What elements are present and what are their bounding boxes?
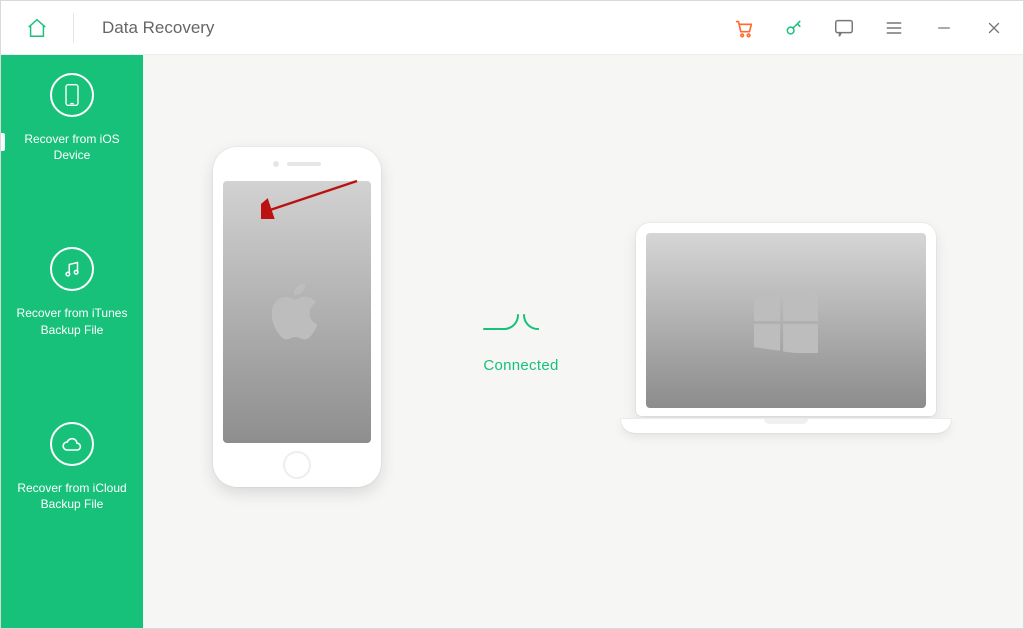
sidebar-item-icloud-backup[interactable]: Recover from iCloud Backup File (1, 404, 143, 532)
minimize-button[interactable] (933, 17, 955, 39)
apple-icon (272, 282, 322, 342)
feedback-button[interactable] (833, 17, 855, 39)
icloud-icon (50, 422, 94, 466)
close-button[interactable] (983, 17, 1005, 39)
home-button[interactable] (1, 1, 73, 55)
windows-icon (754, 289, 818, 353)
home-icon (26, 17, 48, 39)
device-icon (50, 73, 94, 117)
close-icon (985, 19, 1003, 37)
app-window: Data Recovery (0, 0, 1024, 629)
sidebar-item-label: Recover from iCloud Backup File (12, 480, 132, 512)
sidebar-item-ios-device[interactable]: Recover from iOS Device (1, 55, 143, 183)
titlebar: Data Recovery (1, 1, 1023, 55)
laptop-illustration (621, 223, 951, 433)
active-indicator (1, 133, 5, 151)
divider (73, 13, 74, 43)
link-icon (480, 305, 562, 339)
main-area: Connected (143, 55, 1023, 628)
mode-sidebar: Recover from iOS Device Recover from iTu… (1, 55, 143, 628)
chat-icon (833, 17, 855, 39)
key-icon (784, 18, 804, 38)
titlebar-actions (733, 1, 1005, 55)
connection-indicator: Connected (480, 305, 562, 374)
iphone-illustration (213, 147, 381, 487)
menu-button[interactable] (883, 17, 905, 39)
hamburger-icon (884, 18, 904, 38)
key-button[interactable] (783, 17, 805, 39)
sidebar-item-label: Recover from iTunes Backup File (12, 305, 132, 337)
connection-status: Connected (480, 357, 562, 374)
cart-button[interactable] (733, 17, 755, 39)
app-title: Data Recovery (102, 18, 214, 38)
sidebar-item-itunes-backup[interactable]: Recover from iTunes Backup File (1, 229, 143, 357)
cart-icon (733, 17, 755, 39)
sidebar-item-label: Recover from iOS Device (12, 131, 132, 163)
itunes-icon (50, 247, 94, 291)
minimize-icon (935, 19, 953, 37)
